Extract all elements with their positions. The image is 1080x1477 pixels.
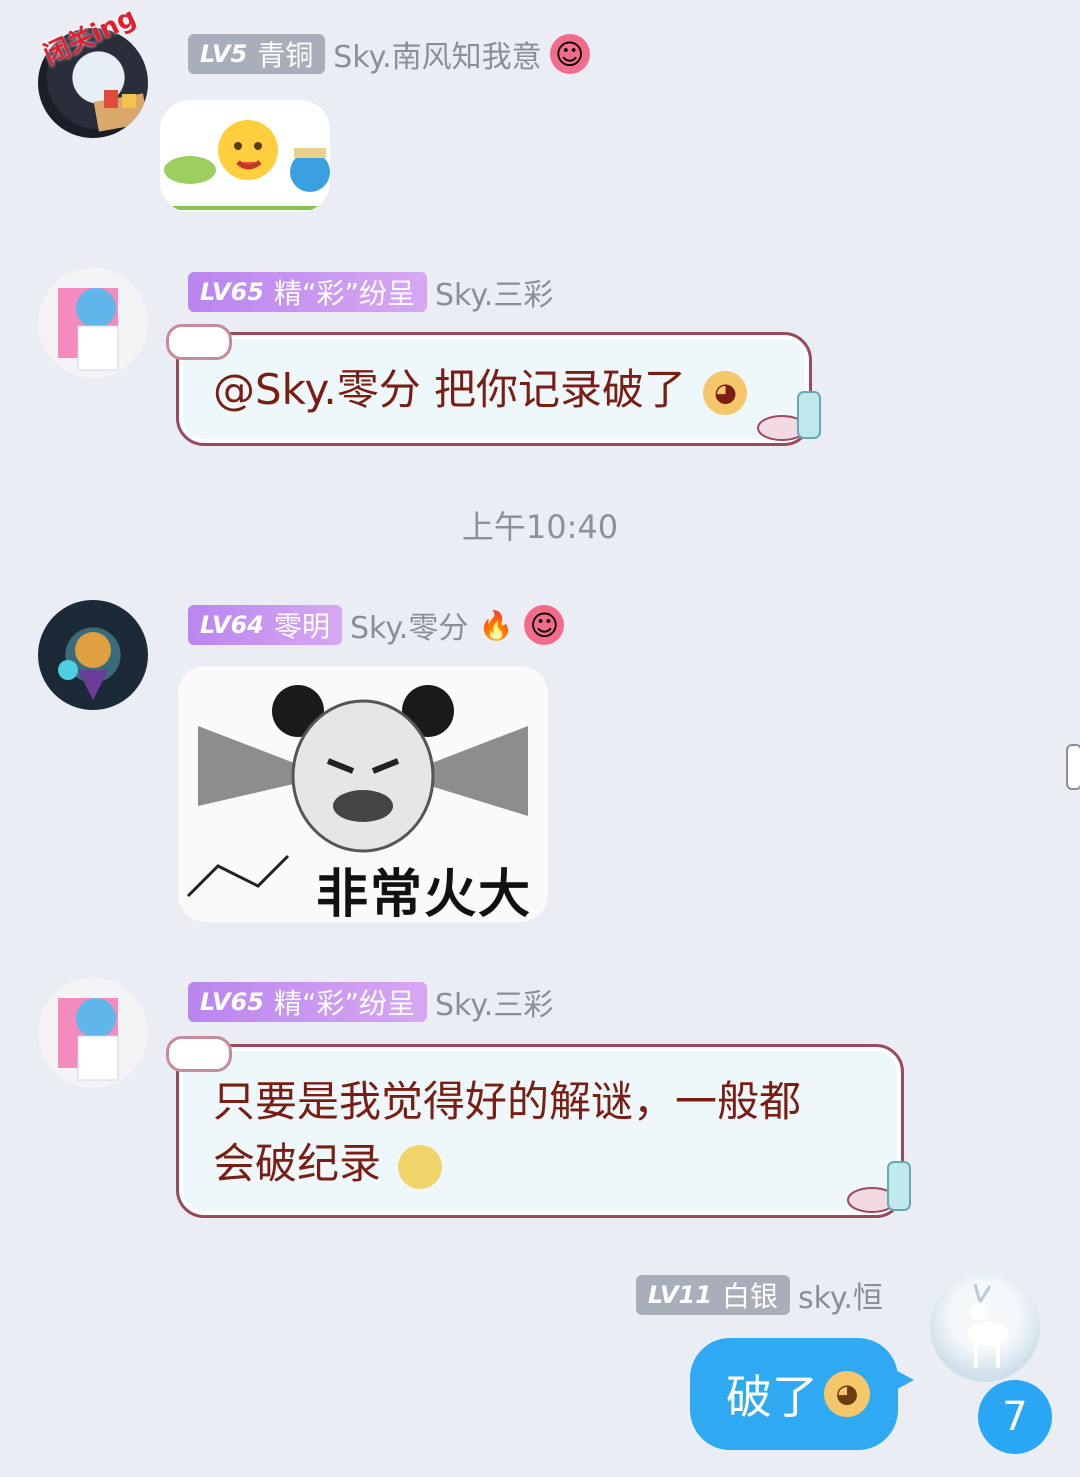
- eating-sticker-icon: [160, 120, 330, 210]
- unread-count-badge[interactable]: 7: [978, 1380, 1052, 1454]
- sender-meta: LV11 白银 sky.恒: [636, 1273, 883, 1317]
- fire-icon: 🔥: [478, 608, 514, 642]
- avatar[interactable]: [38, 268, 148, 378]
- scrollbar-handle[interactable]: [1066, 744, 1080, 790]
- level-badge[interactable]: LV5 青铜: [188, 34, 326, 74]
- sender-meta: LV65 精“彩”纷呈 Sky.三彩: [188, 270, 553, 314]
- bubble-tail: [888, 1366, 914, 1394]
- sticker-message[interactable]: [160, 100, 330, 212]
- timestamp: 上午10:40: [461, 508, 619, 546]
- level-label: LV65: [200, 988, 264, 1016]
- my-message-bubble[interactable]: 破了 ◕: [690, 1338, 898, 1450]
- dog-face-icon: ◕: [703, 370, 748, 415]
- dog-face-icon: ◕: [824, 1371, 870, 1417]
- level-badge[interactable]: LV65 精“彩”纷呈: [188, 272, 427, 312]
- message-text: 破了: [726, 1370, 818, 1424]
- level-label: LV64: [200, 611, 264, 639]
- message-bubble[interactable]: 只要是我觉得好的解谜，一般都 会破纪录: [176, 1044, 904, 1218]
- sender-nickname[interactable]: Sky.零分: [350, 603, 468, 647]
- deer-icon: [968, 1283, 1008, 1368]
- sticker-message[interactable]: 非常火大: [178, 666, 548, 922]
- avatar[interactable]: [930, 1272, 1040, 1382]
- message-text-line: 会破纪录: [213, 1133, 867, 1195]
- message-text-line: 只要是我觉得好的解谜，一般都: [213, 1077, 802, 1126]
- avatar-art-icon: [58, 632, 111, 700]
- sender-nickname[interactable]: Sky.三彩: [435, 980, 553, 1024]
- basin-decoration-icon: [846, 1158, 916, 1218]
- level-title: 精“彩”纷呈: [273, 987, 415, 1020]
- level-badge[interactable]: LV64 零明: [188, 605, 342, 645]
- moon-face-icon: [398, 1144, 443, 1189]
- level-title: 零明: [273, 610, 330, 643]
- avatar[interactable]: [38, 600, 148, 710]
- sender-nickname[interactable]: sky.恒: [798, 1273, 883, 1317]
- level-label: LV5: [200, 40, 248, 68]
- sender-meta: LV64 零明 Sky.零分 🔥 ☺: [188, 603, 565, 647]
- sticker-caption: 非常火大: [316, 865, 533, 922]
- level-title: 青铜: [257, 39, 314, 72]
- avatar-art-icon: [58, 998, 119, 1081]
- level-badge[interactable]: LV65 精“彩”纷呈: [188, 982, 427, 1022]
- message-bubble[interactable]: @Sky.零分 把你记录破了 ◕: [176, 332, 812, 446]
- goggles-decoration-icon: [166, 324, 232, 360]
- message-text: @Sky.零分 把你记录破了: [213, 365, 687, 414]
- basin-decoration-icon: [756, 388, 826, 446]
- sender-meta: LV65 精“彩”纷呈 Sky.三彩: [188, 980, 553, 1024]
- avatar-art-icon: [58, 288, 119, 371]
- flower-face-icon: ☺: [549, 34, 590, 74]
- level-title: 精“彩”纷呈: [273, 277, 415, 310]
- avatar[interactable]: [38, 978, 148, 1088]
- flower-face-icon: ☺: [524, 605, 565, 645]
- sender-nickname[interactable]: Sky.南风知我意: [333, 32, 541, 76]
- sender-nickname[interactable]: Sky.三彩: [435, 270, 553, 314]
- level-label: LV65: [200, 278, 264, 306]
- level-title: 白银: [721, 1280, 778, 1313]
- goggles-decoration-icon: [166, 1036, 232, 1072]
- level-badge[interactable]: LV11 白银: [636, 1275, 790, 1315]
- level-label: LV11: [648, 1281, 712, 1309]
- sender-meta: LV5 青铜 Sky.南风知我意 ☺: [188, 32, 590, 76]
